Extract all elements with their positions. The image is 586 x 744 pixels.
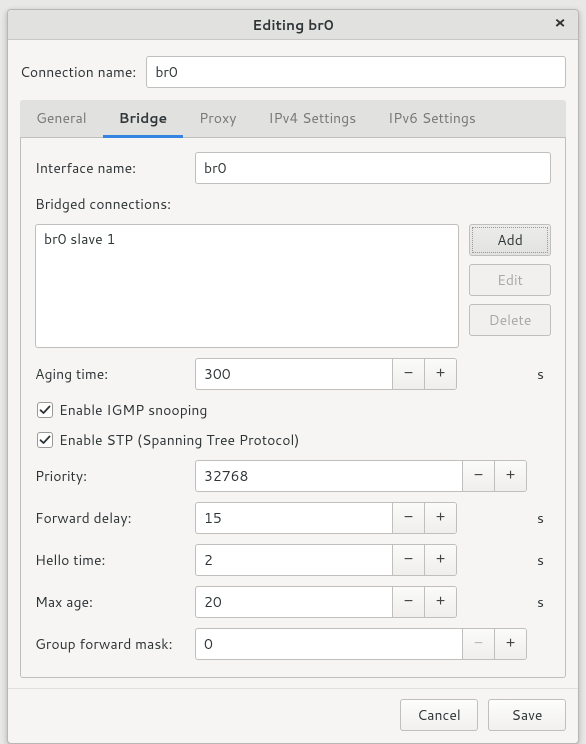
max-age-increment[interactable]: +: [424, 587, 456, 617]
add-button[interactable]: Add: [469, 224, 551, 256]
max-age-label: Max age:: [35, 592, 185, 612]
igmp-row: Enable IGMP snooping: [37, 400, 551, 420]
content-area: Connection name: General Bridge Proxy IP…: [8, 40, 578, 688]
bridged-connections-label: Bridged connections:: [35, 194, 551, 214]
stp-row: Enable STP (Spanning Tree Protocol): [37, 430, 551, 450]
tab-bar: General Bridge Proxy IPv4 Settings IPv6 …: [20, 100, 566, 138]
interface-name-input[interactable]: [195, 152, 551, 184]
max-age-input[interactable]: [196, 587, 392, 617]
bridge-tab-page: Interface name: Bridged connections: br0…: [20, 138, 566, 678]
delete-button: Delete: [469, 304, 551, 336]
igmp-checkbox[interactable]: [37, 402, 53, 418]
window-title: Editing br0: [252, 15, 334, 35]
check-icon: [39, 434, 51, 446]
tab-bridge[interactable]: Bridge: [103, 100, 184, 138]
priority-increment[interactable]: +: [494, 461, 526, 491]
bridged-connections-list[interactable]: br0 slave 1: [35, 224, 459, 348]
priority-decrement[interactable]: −: [462, 461, 494, 491]
group-forward-mask-decrement: −: [462, 629, 494, 659]
interface-name-row: Interface name:: [35, 152, 551, 184]
hello-time-spinner: − +: [195, 544, 457, 576]
aging-time-row: Aging time: − + s: [35, 358, 551, 390]
hello-time-input[interactable]: [196, 545, 392, 575]
aging-time-increment[interactable]: +: [424, 359, 456, 389]
max-age-unit: s: [537, 592, 551, 612]
aging-time-spinner: − +: [195, 358, 457, 390]
max-age-spinner: − +: [195, 586, 457, 618]
forward-delay-decrement[interactable]: −: [392, 503, 424, 533]
tab-ipv6-settings[interactable]: IPv6 Settings: [372, 100, 492, 137]
stp-label: Enable STP (Spanning Tree Protocol): [59, 430, 299, 450]
hello-time-increment[interactable]: +: [424, 545, 456, 575]
hello-time-decrement[interactable]: −: [392, 545, 424, 575]
dialog-footer: Cancel Save: [8, 688, 578, 743]
connection-name-input[interactable]: [146, 56, 566, 88]
group-forward-mask-label: Group forward mask:: [35, 634, 185, 654]
group-forward-mask-row: Group forward mask: − +: [35, 628, 551, 660]
aging-time-label: Aging time:: [35, 364, 185, 384]
group-forward-mask-input[interactable]: [196, 629, 462, 659]
priority-input[interactable]: [196, 461, 462, 491]
max-age-decrement[interactable]: −: [392, 587, 424, 617]
forward-delay-row: Forward delay: − + s: [35, 502, 551, 534]
list-item[interactable]: br0 slave 1: [36, 227, 458, 251]
bridged-connections-section: br0 slave 1 Add Edit Delete: [35, 224, 551, 348]
priority-label: Priority:: [35, 466, 185, 486]
hello-time-label: Hello time:: [35, 550, 185, 570]
max-age-row: Max age: − + s: [35, 586, 551, 618]
bridged-side-buttons: Add Edit Delete: [469, 224, 551, 348]
forward-delay-unit: s: [537, 508, 551, 528]
priority-row: Priority: − +: [35, 460, 551, 492]
stp-checkbox[interactable]: [37, 432, 53, 448]
tab-general[interactable]: General: [20, 100, 103, 137]
connection-name-row: Connection name:: [20, 56, 566, 88]
hello-time-unit: s: [537, 550, 551, 570]
aging-time-unit: s: [537, 364, 551, 384]
priority-spinner: − +: [195, 460, 527, 492]
interface-name-label: Interface name:: [35, 158, 136, 178]
check-icon: [39, 404, 51, 416]
group-forward-mask-spinner: − +: [195, 628, 527, 660]
tab-proxy[interactable]: Proxy: [183, 100, 252, 137]
connection-name-label: Connection name:: [20, 62, 136, 82]
edit-button: Edit: [469, 264, 551, 296]
aging-time-input[interactable]: [196, 359, 392, 389]
titlebar: Editing br0 ×: [8, 10, 578, 40]
forward-delay-label: Forward delay:: [35, 508, 185, 528]
group-forward-mask-increment[interactable]: +: [494, 629, 526, 659]
forward-delay-increment[interactable]: +: [424, 503, 456, 533]
forward-delay-spinner: − +: [195, 502, 457, 534]
save-button[interactable]: Save: [488, 699, 566, 731]
forward-delay-input[interactable]: [196, 503, 392, 533]
dialog-window: Editing br0 × Connection name: General B…: [7, 9, 579, 744]
hello-time-row: Hello time: − + s: [35, 544, 551, 576]
cancel-button[interactable]: Cancel: [400, 699, 478, 731]
igmp-label: Enable IGMP snooping: [59, 400, 207, 420]
tab-ipv4-settings[interactable]: IPv4 Settings: [252, 100, 372, 137]
aging-time-decrement[interactable]: −: [392, 359, 424, 389]
close-icon[interactable]: ×: [550, 14, 570, 34]
